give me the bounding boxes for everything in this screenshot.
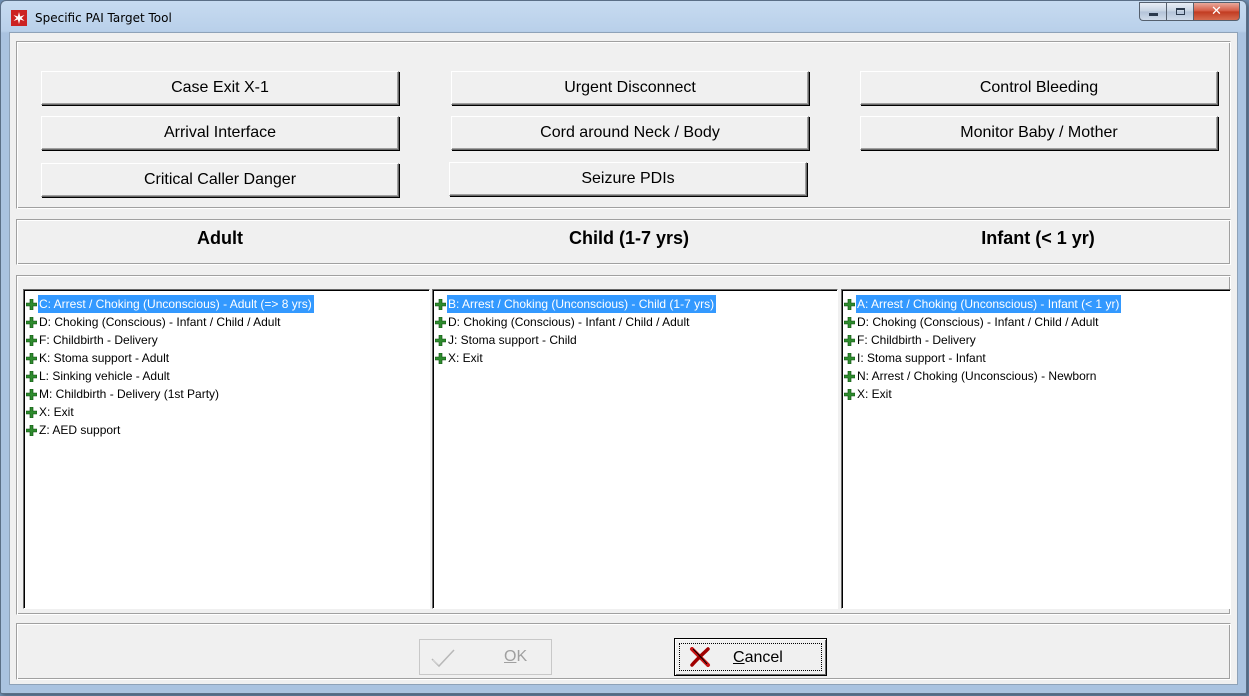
expand-plus-icon[interactable] — [844, 316, 855, 328]
child-listbox[interactable]: B: Arrest / Choking (Unconscious) - Chil… — [432, 289, 838, 609]
expand-plus-icon[interactable] — [844, 370, 855, 382]
header-infant: Infant (< 1 yr) — [981, 228, 1095, 248]
expand-plus-icon[interactable] — [26, 334, 37, 346]
list-item[interactable]: L: Sinking vehicle - Adult — [26, 367, 427, 385]
seizure-pdis-button[interactable]: Seizure PDIs — [449, 162, 807, 196]
maximize-button[interactable] — [1166, 2, 1193, 21]
expand-plus-icon[interactable] — [844, 352, 855, 364]
expand-plus-icon[interactable] — [26, 352, 37, 364]
list-item-label: K: Stoma support - Adult — [39, 351, 170, 365]
expand-plus-icon[interactable] — [26, 424, 37, 436]
list-item[interactable]: F: Childbirth - Delivery — [26, 331, 427, 349]
urgent-disconnect-button[interactable]: Urgent Disconnect — [451, 71, 809, 105]
window-controls: ✕ — [1139, 2, 1240, 22]
list-item-label: D: Choking (Conscious) - Infant / Child … — [448, 315, 690, 329]
minimize-icon — [1148, 13, 1158, 16]
list-item-label: F: Childbirth - Delivery — [39, 333, 158, 347]
infant-listbox[interactable]: A: Arrest / Choking (Unconscious) - Infa… — [841, 289, 1231, 609]
list-item-label: X: Exit — [448, 351, 483, 365]
expand-plus-icon[interactable] — [435, 334, 446, 346]
footer-group — [16, 623, 1231, 680]
ok-label: OK — [504, 648, 528, 665]
expand-plus-icon[interactable] — [26, 388, 37, 400]
critical-caller-danger-button[interactable]: Critical Caller Danger — [41, 163, 399, 197]
header-adult: Adult — [197, 228, 243, 248]
close-button[interactable]: ✕ — [1193, 2, 1240, 21]
title-bar[interactable]: Specific PAI Target Tool ✕ — [1, 1, 1246, 35]
list-item[interactable]: X: Exit — [844, 385, 1228, 403]
list-item[interactable]: N: Arrest / Choking (Unconscious) - Newb… — [844, 367, 1228, 385]
expand-plus-icon[interactable] — [26, 370, 37, 382]
case-exit-button[interactable]: Case Exit X-1 — [41, 71, 399, 105]
list-item-label: X: Exit — [39, 405, 74, 419]
expand-plus-icon[interactable] — [844, 298, 855, 310]
control-bleeding-button[interactable]: Control Bleeding — [860, 71, 1218, 105]
list-item-label: X: Exit — [857, 387, 892, 401]
ok-button[interactable]: OK — [419, 639, 552, 675]
list-item[interactable]: I: Stoma support - Infant — [844, 349, 1228, 367]
dialog-window: Specific PAI Target Tool ✕ Case Exit X-1… — [0, 0, 1247, 694]
arrival-interface-button[interactable]: Arrival Interface — [41, 116, 399, 150]
expand-plus-icon[interactable] — [435, 352, 446, 364]
expand-plus-icon[interactable] — [844, 388, 855, 400]
list-item[interactable]: F: Childbirth - Delivery — [844, 331, 1228, 349]
list-item[interactable]: B: Arrest / Choking (Unconscious) - Chil… — [435, 295, 835, 313]
header-child: Child (1-7 yrs) — [568, 228, 690, 248]
list-item-label: L: Sinking vehicle - Adult — [39, 369, 170, 383]
maximize-icon — [1175, 8, 1185, 15]
cord-around-neck-button[interactable]: Cord around Neck / Body — [451, 116, 809, 150]
list-item[interactable]: M: Childbirth - Delivery (1st Party) — [26, 385, 427, 403]
close-icon: ✕ — [1211, 4, 1222, 19]
list-item[interactable]: J: Stoma support - Child — [435, 331, 835, 349]
list-item[interactable]: C: Arrest / Choking (Unconscious) - Adul… — [26, 295, 427, 313]
checkmark-icon — [431, 649, 455, 668]
list-item-label: I: Stoma support - Infant — [857, 351, 986, 365]
star-of-life-icon[interactable] — [11, 10, 27, 26]
red-x-icon — [690, 647, 710, 667]
expand-plus-icon[interactable] — [26, 298, 37, 310]
list-item[interactable]: D: Choking (Conscious) - Infant / Child … — [435, 313, 835, 331]
list-item[interactable]: A: Arrest / Choking (Unconscious) - Infa… — [844, 295, 1228, 313]
expand-plus-icon[interactable] — [26, 406, 37, 418]
list-item[interactable]: X: Exit — [435, 349, 835, 367]
list-item-label: F: Childbirth - Delivery — [857, 333, 976, 347]
list-item-label: N: Arrest / Choking (Unconscious) - Newb… — [857, 369, 1097, 383]
list-item-label: M: Childbirth - Delivery (1st Party) — [39, 387, 220, 401]
expand-plus-icon[interactable] — [435, 298, 446, 310]
list-item-label: J: Stoma support - Child — [448, 333, 577, 347]
list-item-label: A: Arrest / Choking (Unconscious) - Infa… — [856, 295, 1122, 313]
list-item[interactable]: D: Choking (Conscious) - Infant / Child … — [844, 313, 1228, 331]
window-title: Specific PAI Target Tool — [35, 11, 172, 25]
list-item[interactable]: Z: AED support — [26, 421, 427, 439]
cancel-label: Cancel — [733, 649, 783, 666]
list-item-label: D: Choking (Conscious) - Infant / Child … — [39, 315, 281, 329]
expand-plus-icon[interactable] — [844, 334, 855, 346]
list-item-label: Z: AED support — [39, 423, 121, 437]
expand-plus-icon[interactable] — [26, 316, 37, 328]
minimize-button[interactable] — [1139, 2, 1166, 21]
list-item-label: C: Arrest / Choking (Unconscious) - Adul… — [38, 295, 314, 313]
dialog-client-area: Case Exit X-1 Urgent Disconnect Control … — [9, 32, 1238, 685]
adult-listbox[interactable]: C: Arrest / Choking (Unconscious) - Adul… — [23, 289, 430, 609]
expand-plus-icon[interactable] — [435, 316, 446, 328]
list-item[interactable]: X: Exit — [26, 403, 427, 421]
cancel-button[interactable]: Cancel — [674, 638, 827, 676]
list-item[interactable]: D: Choking (Conscious) - Infant / Child … — [26, 313, 427, 331]
list-item-label: D: Choking (Conscious) - Infant / Child … — [857, 315, 1099, 329]
list-item-label: B: Arrest / Choking (Unconscious) - Chil… — [447, 295, 717, 313]
monitor-baby-mother-button[interactable]: Monitor Baby / Mother — [860, 116, 1218, 150]
list-item[interactable]: K: Stoma support - Adult — [26, 349, 427, 367]
